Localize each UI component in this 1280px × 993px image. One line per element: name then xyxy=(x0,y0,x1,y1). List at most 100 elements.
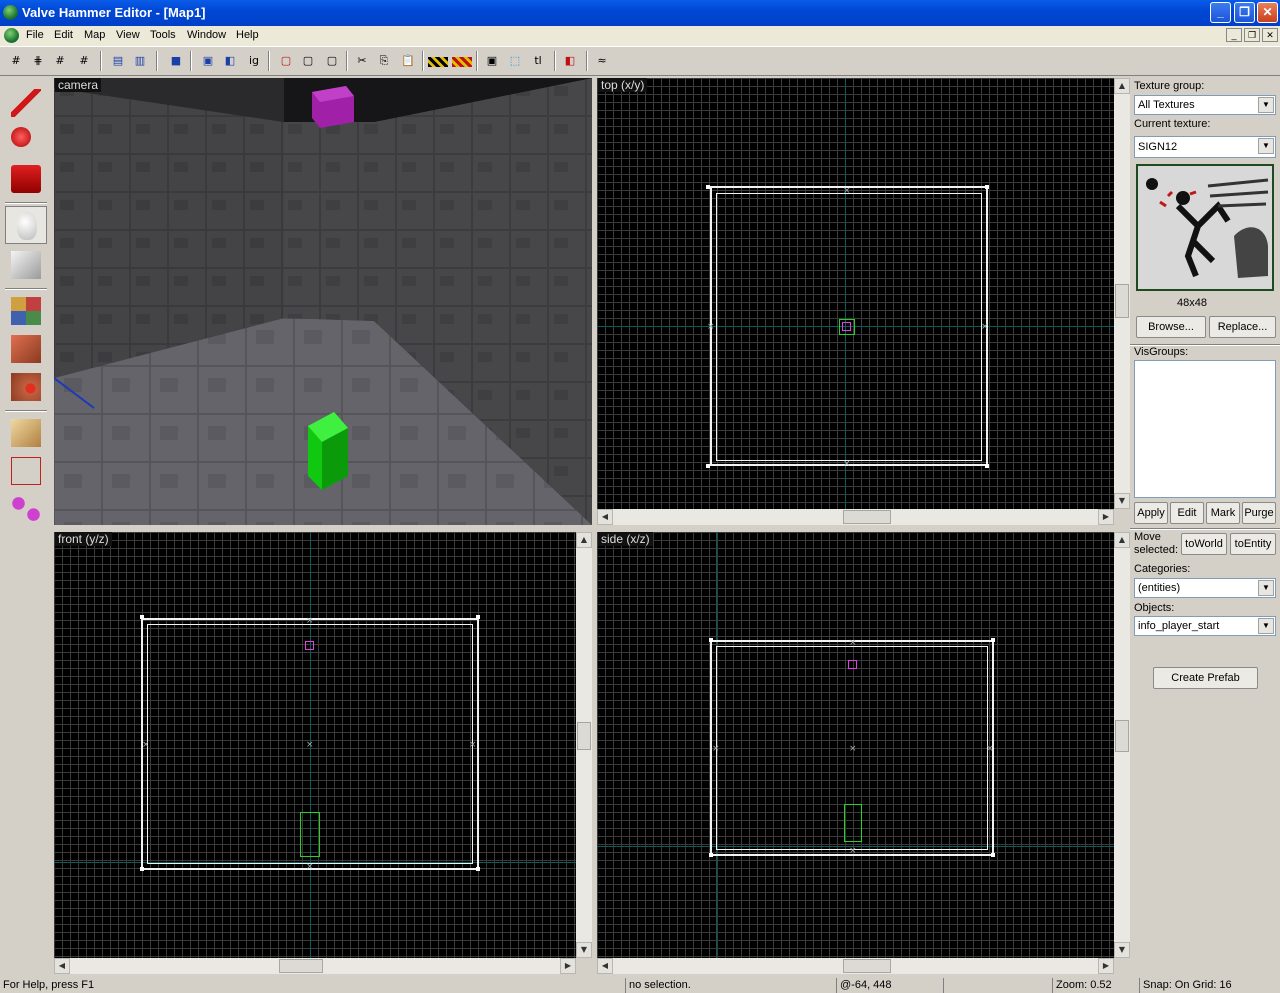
minimize-button[interactable]: _ xyxy=(1210,2,1231,23)
paste-icon[interactable]: 📋 xyxy=(398,51,418,71)
grid-toggle-icon[interactable]: # xyxy=(6,51,26,71)
dropdown-arrow-icon[interactable]: ▼ xyxy=(1258,618,1274,634)
visgroup-purge-button[interactable]: Purge xyxy=(1242,502,1276,524)
camera-viewport[interactable]: camera xyxy=(54,78,592,525)
grid-smaller-icon[interactable]: # xyxy=(50,51,70,71)
ignore-groups-button[interactable]: ig xyxy=(244,51,264,71)
to-entity-button[interactable]: toEntity xyxy=(1230,533,1276,555)
mdi-restore-button[interactable]: ❐ xyxy=(1244,28,1260,42)
texture-group-select[interactable]: All Textures ▼ xyxy=(1134,95,1276,115)
document-icon[interactable] xyxy=(4,28,19,43)
select-handles-icon[interactable]: ⬚ xyxy=(505,51,525,71)
carve-icon[interactable]: ▢ xyxy=(276,51,296,71)
current-texture-select[interactable]: SIGN12 ▼ xyxy=(1134,136,1276,158)
scroll-down-icon[interactable]: ▼ xyxy=(576,942,592,958)
visgroup-edit-button[interactable]: Edit xyxy=(1170,502,1204,524)
menu-tools[interactable]: Tools xyxy=(150,29,176,41)
visgroup-apply-button[interactable]: Apply xyxy=(1134,502,1168,524)
texture-tool[interactable] xyxy=(5,292,47,330)
scroll-thumb[interactable] xyxy=(577,722,591,750)
scroll-right-icon[interactable]: ▶ xyxy=(1098,509,1114,525)
hide-unselected-icon[interactable]: ◧ xyxy=(220,51,240,71)
ungroup-icon[interactable]: ▥ xyxy=(130,51,150,71)
menu-map[interactable]: Map xyxy=(84,29,105,41)
mdi-close-button[interactable]: ✕ xyxy=(1262,28,1278,42)
block-tool[interactable] xyxy=(5,246,47,284)
path-tool[interactable] xyxy=(5,490,47,528)
grid-3d-icon[interactable]: ⋕ xyxy=(28,51,48,71)
side-hscrollbar[interactable]: ◀ ▶ xyxy=(597,958,1114,974)
scroll-up-icon[interactable]: ▲ xyxy=(1114,532,1130,548)
scroll-thumb[interactable] xyxy=(279,959,323,973)
scroll-thumb[interactable] xyxy=(1115,720,1129,752)
create-prefab-button[interactable]: Create Prefab xyxy=(1153,667,1258,689)
maximize-button[interactable]: ❐ xyxy=(1234,2,1255,23)
options-icon[interactable]: ≈ xyxy=(592,51,612,71)
close-button[interactable]: ✕ xyxy=(1257,2,1278,23)
side-vscrollbar[interactable]: ▲ ▼ xyxy=(1114,532,1130,958)
scroll-thumb[interactable] xyxy=(843,959,891,973)
scroll-left-icon[interactable]: ◀ xyxy=(597,509,613,525)
scroll-right-icon[interactable]: ▶ xyxy=(1098,958,1114,974)
scroll-thumb[interactable] xyxy=(1115,284,1129,318)
scroll-left-icon[interactable]: ◀ xyxy=(597,958,613,974)
front-light-entity[interactable] xyxy=(305,641,314,650)
tie-to-entity-icon[interactable]: ■ xyxy=(166,51,186,71)
camera-tool[interactable] xyxy=(5,160,47,198)
cut-icon[interactable]: ✂ xyxy=(352,51,372,71)
replace-button[interactable]: Replace... xyxy=(1209,316,1276,338)
side-player-start[interactable] xyxy=(844,804,862,842)
visgroup-mark-button[interactable]: Mark xyxy=(1206,502,1240,524)
make-hollow-icon[interactable]: ▢ xyxy=(298,51,318,71)
top-vscrollbar[interactable]: ▲ ▼ xyxy=(1114,78,1130,509)
scroll-up-icon[interactable]: ▲ xyxy=(576,532,592,548)
side-viewport[interactable]: × × × × × side (x/z) ▲ ▼ ◀ ▶ xyxy=(597,532,1130,974)
front-vscrollbar[interactable]: ▲ ▼ xyxy=(576,532,592,958)
scroll-thumb[interactable] xyxy=(843,510,891,524)
objects-select[interactable]: info_player_start ▼ xyxy=(1134,616,1276,636)
scroll-down-icon[interactable]: ▼ xyxy=(1114,493,1130,509)
mdi-minimize-button[interactable]: _ xyxy=(1226,28,1242,42)
texture-preview[interactable] xyxy=(1136,164,1274,291)
magnify-tool[interactable] xyxy=(5,122,47,160)
texture-lock-icon[interactable] xyxy=(428,57,448,67)
dropdown-arrow-icon[interactable]: ▼ xyxy=(1258,138,1274,154)
visgroups-list[interactable] xyxy=(1134,360,1276,498)
menu-view[interactable]: View xyxy=(116,29,140,41)
browse-button[interactable]: Browse... xyxy=(1136,316,1206,338)
vertex-tool[interactable] xyxy=(5,452,47,490)
entity-tool[interactable] xyxy=(5,206,47,244)
texture-scale-lock-icon[interactable] xyxy=(452,57,472,67)
top-light-entity[interactable] xyxy=(842,322,851,331)
menu-edit[interactable]: Edit xyxy=(54,29,73,41)
menu-file[interactable]: File xyxy=(26,29,44,41)
menu-help[interactable]: Help xyxy=(236,29,259,41)
selection-tool[interactable] xyxy=(5,84,47,122)
dropdown-arrow-icon[interactable]: ▼ xyxy=(1258,97,1274,113)
group-icon[interactable]: ▤ xyxy=(108,51,128,71)
scroll-down-icon[interactable]: ▼ xyxy=(1114,942,1130,958)
bounding-box-icon[interactable]: ▣ xyxy=(482,51,502,71)
run-map-icon[interactable]: ◧ xyxy=(560,51,580,71)
top-viewport[interactable]: × × × × top (x/y) ▲ ▼ ◀ ▶ xyxy=(597,78,1130,525)
menu-window[interactable]: Window xyxy=(187,29,226,41)
front-hscrollbar[interactable]: ◀ ▶ xyxy=(54,958,576,974)
clip-icon[interactable]: ▢ xyxy=(322,51,342,71)
scroll-up-icon[interactable]: ▲ xyxy=(1114,78,1130,94)
scroll-left-icon[interactable]: ◀ xyxy=(54,958,70,974)
front-viewport[interactable]: × × × × × front (y/z) ▲ ▼ ◀ ▶ xyxy=(54,532,592,974)
hide-selected-icon[interactable]: ▣ xyxy=(198,51,218,71)
dropdown-arrow-icon[interactable]: ▼ xyxy=(1258,580,1274,596)
grid-larger-icon[interactable]: # xyxy=(74,51,94,71)
front-player-start[interactable] xyxy=(300,812,320,857)
apply-texture-tool[interactable] xyxy=(5,330,47,368)
to-world-button[interactable]: toWorld xyxy=(1181,533,1227,555)
top-hscrollbar[interactable]: ◀ ▶ xyxy=(597,509,1114,525)
clipping-tool[interactable] xyxy=(5,414,47,452)
apply-decal-tool[interactable] xyxy=(5,368,47,406)
copy-icon[interactable]: ⎘ xyxy=(374,51,394,71)
categories-select[interactable]: (entities) ▼ xyxy=(1134,578,1276,598)
scroll-right-icon[interactable]: ▶ xyxy=(560,958,576,974)
tl-button[interactable]: tl xyxy=(528,51,548,71)
side-light-entity[interactable] xyxy=(848,660,857,669)
